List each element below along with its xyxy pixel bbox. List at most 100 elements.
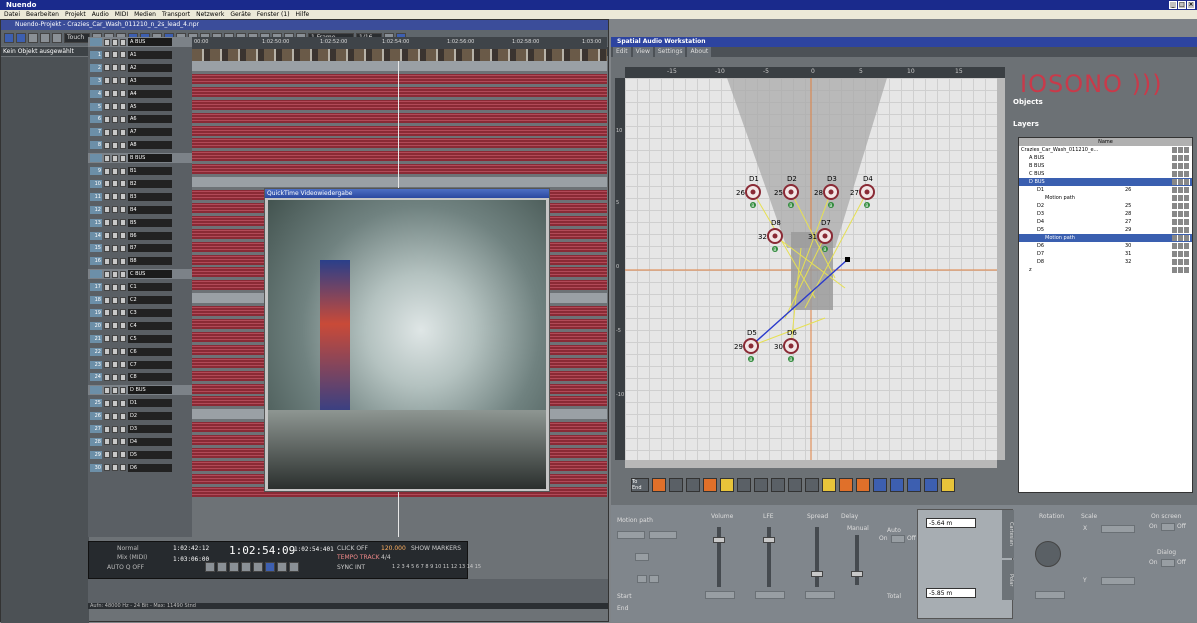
track-header[interactable]: 18 C2 <box>88 295 192 305</box>
scene-svg[interactable]: D1 26 B D2 25 B D3 28 B D4 27 B D8 32 B D7 31 B D5 29 B D6 30 B <box>625 78 997 460</box>
tree-row[interactable]: D6 30 <box>1019 242 1192 250</box>
bottom-scroll-area[interactable] <box>88 579 608 603</box>
spread-value-box[interactable] <box>805 591 835 599</box>
menu-hilfe[interactable]: Hilfe <box>296 10 310 19</box>
motion-step-1[interactable] <box>637 575 647 583</box>
track-lane[interactable] <box>192 138 607 149</box>
record-enable-button[interactable] <box>120 128 126 136</box>
solo-button[interactable] <box>112 361 118 368</box>
constrain-icon[interactable] <box>40 33 50 43</box>
visibility-checkboxes[interactable] <box>1172 243 1190 249</box>
zoom-in-icon[interactable] <box>873 478 887 492</box>
menu-settings[interactable]: Settings <box>654 47 686 57</box>
track-name[interactable]: D4 <box>128 437 172 446</box>
track-name[interactable]: D2 <box>128 412 172 421</box>
track-name[interactable]: A1 <box>128 50 172 59</box>
track-name[interactable]: B7 <box>128 244 172 253</box>
solo-button[interactable] <box>112 115 118 123</box>
track-name[interactable]: C6 <box>128 347 172 356</box>
tree-row[interactable]: Motion path <box>1019 234 1192 242</box>
track-header[interactable]: 9 B1 <box>88 166 192 176</box>
record-enable-button[interactable] <box>120 322 126 330</box>
spatial-canvas[interactable]: D1 26 B D2 25 B D3 28 B D4 27 B D8 32 B D7 31 B D5 29 B D6 30 B <box>625 78 997 460</box>
track-name[interactable]: B6 <box>128 231 172 240</box>
track-name[interactable]: D6 <box>128 463 172 472</box>
volume-fader[interactable] <box>717 527 721 587</box>
spread-fader[interactable] <box>815 527 819 587</box>
menu-view[interactable]: View <box>632 47 653 57</box>
vertical-scrollbar[interactable] <box>997 78 1005 460</box>
tree-row[interactable]: Crazies_Car_Wash_011210_e... <box>1019 146 1192 154</box>
cartesian-tab[interactable]: Cartesian <box>1002 510 1014 558</box>
tree-row[interactable]: B BUS <box>1019 162 1192 170</box>
solo-button[interactable] <box>112 193 118 201</box>
show-markers-label[interactable]: SHOW MARKERS <box>411 545 461 552</box>
track-header[interactable]: 13 B5 <box>88 218 192 228</box>
to-end-button[interactable]: To End <box>631 478 649 492</box>
end-icon[interactable] <box>241 562 251 572</box>
solo-button[interactable] <box>112 335 118 343</box>
mute-button[interactable] <box>104 51 110 59</box>
scale-x-field[interactable] <box>1101 525 1135 533</box>
track-name[interactable]: A3 <box>128 76 172 85</box>
menu-bearbeiten[interactable]: Bearbeiten <box>26 10 59 19</box>
solo-button[interactable] <box>112 348 118 356</box>
mute-button[interactable] <box>104 283 110 291</box>
record-enable-button[interactable] <box>120 167 126 175</box>
record-enable-button[interactable] <box>120 335 126 343</box>
menu-transport[interactable]: Transport <box>162 10 190 19</box>
solo-button[interactable] <box>112 128 118 136</box>
fast-forward-icon[interactable] <box>229 562 239 572</box>
activate-icon[interactable] <box>4 33 14 43</box>
lfe-fader-knob[interactable] <box>763 537 775 543</box>
motion-toggle[interactable] <box>635 553 649 561</box>
track-header[interactable]: 27 D3 <box>88 424 192 434</box>
signature-value[interactable]: 4/4 <box>381 554 391 561</box>
mute-button[interactable] <box>104 361 110 368</box>
menu-medien[interactable]: Medien <box>134 10 156 19</box>
track-name[interactable]: A5 <box>128 102 172 111</box>
curve-icon[interactable] <box>805 478 819 492</box>
track-name[interactable]: C7 <box>128 360 172 369</box>
track-name[interactable]: D3 <box>128 425 172 433</box>
track-name[interactable]: B1 <box>128 167 172 175</box>
record-enable-button[interactable] <box>120 296 126 304</box>
marker-numbers[interactable]: 1 2 3 4 5 6 7 8 9 10 11 12 13 14 15 <box>392 564 481 570</box>
mute-button[interactable] <box>104 464 110 472</box>
track-lane[interactable] <box>192 99 607 110</box>
visibility-checkboxes[interactable] <box>1172 235 1190 241</box>
tree-row[interactable]: D BUS <box>1019 178 1192 186</box>
track-name[interactable]: C2 <box>128 296 172 304</box>
track-name[interactable]: C5 <box>128 334 172 343</box>
track-header[interactable]: A BUS <box>88 37 192 47</box>
maximize-icon[interactable]: □ <box>1178 1 1186 9</box>
sound-source-d6[interactable]: D6 30 B <box>774 329 799 363</box>
dialog-toggle[interactable] <box>1161 559 1175 567</box>
auto-toggle[interactable] <box>891 535 905 543</box>
solo-button[interactable] <box>112 451 118 459</box>
visibility-checkboxes[interactable] <box>1172 267 1190 273</box>
video-window[interactable]: QuickTime Videowiedergabe <box>264 188 550 492</box>
track-name[interactable]: A8 <box>128 141 172 150</box>
mute-button[interactable] <box>104 296 110 304</box>
y-position-field[interactable]: -5.85 m <box>926 588 976 598</box>
play-icon[interactable] <box>277 562 287 572</box>
solo-button[interactable] <box>112 180 118 188</box>
mute-button[interactable] <box>104 219 110 227</box>
solo-button[interactable] <box>112 322 118 330</box>
record-enable-button[interactable] <box>120 361 126 368</box>
track-header[interactable]: B BUS <box>88 153 192 164</box>
record-enable-button[interactable] <box>120 386 126 394</box>
tree-row[interactable]: C BUS <box>1019 170 1192 178</box>
track-header[interactable]: 8 A8 <box>88 140 192 150</box>
track-header[interactable]: 30 D6 <box>88 463 192 473</box>
record-enable-button[interactable] <box>120 232 126 239</box>
mute-button[interactable] <box>104 348 110 356</box>
line-icon[interactable] <box>788 478 802 492</box>
track-header[interactable]: 11 B3 <box>88 192 192 202</box>
visibility-checkboxes[interactable] <box>1172 195 1190 201</box>
track-header[interactable]: 15 B7 <box>88 243 192 253</box>
track-name[interactable]: D1 <box>128 399 172 408</box>
record-enable-button[interactable] <box>120 270 126 278</box>
solo-button[interactable] <box>112 386 118 394</box>
